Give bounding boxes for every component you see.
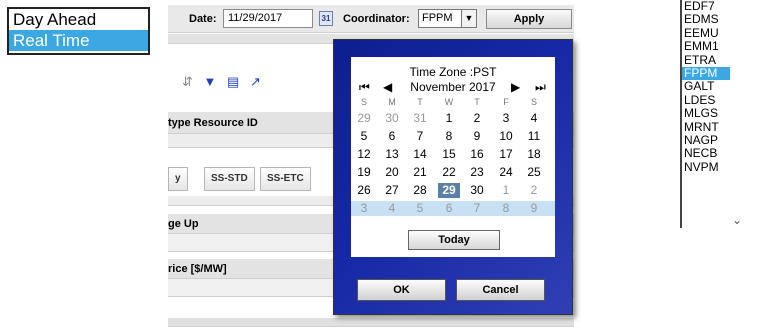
next-month-icon[interactable]: ▶ xyxy=(511,80,520,94)
day-cell[interactable]: 24 xyxy=(495,165,517,180)
coordinator-select[interactable]: FPPM ▼ xyxy=(418,9,477,28)
timezone-label: Time Zone :PST xyxy=(409,65,497,79)
day-cell[interactable]: 8 xyxy=(438,129,460,144)
coordinator-select-value: FPPM xyxy=(422,12,453,24)
day-cell[interactable]: 3 xyxy=(495,111,517,126)
coordinator-option[interactable]: ETRA xyxy=(682,53,730,67)
chevron-down-icon[interactable]: ▼ xyxy=(461,10,476,27)
day-cell[interactable]: 15 xyxy=(438,147,460,162)
day-cell[interactable]: 28 xyxy=(409,183,431,198)
coordinator-label: Coordinator: xyxy=(343,13,410,25)
day-cell[interactable]: 17 xyxy=(495,147,517,162)
day-cell[interactable]: 2 xyxy=(523,183,545,198)
day-cell[interactable]: 1 xyxy=(495,183,517,198)
day-cell[interactable]: 26 xyxy=(353,183,375,198)
weekday-label: W xyxy=(444,97,454,107)
day-cell[interactable]: 7 xyxy=(466,201,488,216)
day-cell[interactable]: 7 xyxy=(409,129,431,144)
sort-icon[interactable]: ⇵ xyxy=(182,74,193,89)
date-picker-popup: Time Zone :PST ⏮ ◀ November 2017 ▶ ⏭ SMT… xyxy=(333,39,573,315)
price-header: rice [$/MW] xyxy=(168,263,227,275)
day-cell[interactable]: 6 xyxy=(381,129,403,144)
day-cell[interactable]: 4 xyxy=(523,111,545,126)
day-cell[interactable]: 27 xyxy=(381,183,403,198)
ok-button[interactable]: OK xyxy=(357,279,446,301)
month-label: November 2017 xyxy=(410,80,496,94)
scroll-down-icon[interactable]: ⌄ xyxy=(732,213,742,227)
day-cell[interactable]: 5 xyxy=(353,129,375,144)
list-icon[interactable]: ▤ xyxy=(227,74,239,89)
day-cell[interactable]: 3 xyxy=(353,201,375,216)
weekday-label: M xyxy=(388,97,396,107)
coordinator-option[interactable]: NVPM xyxy=(682,160,730,174)
day-cell[interactable]: 5 xyxy=(409,201,431,216)
filter-icon[interactable]: ▼ xyxy=(204,74,217,89)
day-cell[interactable]: 14 xyxy=(409,147,431,162)
day-cell[interactable]: 20 xyxy=(381,165,403,180)
day-cell[interactable]: 10 xyxy=(495,129,517,144)
day-cell[interactable]: 13 xyxy=(381,147,403,162)
weekday-label: F xyxy=(503,97,509,107)
type-resource-header: type Resource ID xyxy=(168,117,258,129)
tab-y[interactable]: y xyxy=(168,167,188,191)
calendar-body: Time Zone :PST ⏮ ◀ November 2017 ▶ ⏭ SMT… xyxy=(351,57,555,257)
day-cell[interactable]: 4 xyxy=(381,201,403,216)
range-up-header: ge Up xyxy=(168,218,199,230)
day-cell[interactable]: 21 xyxy=(409,165,431,180)
market-option-real-time[interactable]: Real Time xyxy=(9,30,148,51)
day-cell[interactable]: 18 xyxy=(523,147,545,162)
day-cell[interactable]: 16 xyxy=(466,147,488,162)
day-cell[interactable]: 29 xyxy=(353,111,375,126)
market-dropdown-list[interactable]: Day Ahead Real Time xyxy=(7,7,150,55)
day-cell[interactable]: 11 xyxy=(523,129,545,144)
coordinator-option[interactable]: LDES xyxy=(682,93,730,107)
day-cell[interactable]: 30 xyxy=(466,183,488,198)
last-month-icon[interactable]: ⏭ xyxy=(535,80,546,95)
day-cell[interactable]: 25 xyxy=(523,165,545,180)
tab-ss-etc[interactable]: SS-ETC xyxy=(260,167,311,191)
calendar-icon[interactable]: 31 xyxy=(319,11,333,26)
export-icon[interactable]: ↗ xyxy=(250,74,261,89)
day-cell[interactable]: 22 xyxy=(438,165,460,180)
day-cell[interactable]: 9 xyxy=(523,201,545,216)
apply-button[interactable]: Apply xyxy=(486,9,572,29)
day-cell[interactable]: 19 xyxy=(353,165,375,180)
coordinator-list[interactable]: EDF7 EDMS EEMU EMM1 ETRA FPPM GALT LDES MLGS MRNT… xyxy=(680,0,730,228)
coordinator-option[interactable]: NECB xyxy=(682,146,730,160)
bottom-strip xyxy=(168,318,574,327)
grid-toolbar-icons: ⇵ ▼ ▤ ↗ xyxy=(182,74,268,90)
coordinator-option[interactable]: GALT xyxy=(682,79,730,93)
weekday-label: S xyxy=(530,97,537,107)
day-cell[interactable]: 30 xyxy=(381,111,403,126)
tab-ss-std[interactable]: SS-STD xyxy=(204,167,255,191)
day-cell-selected[interactable]: 29 xyxy=(438,183,460,198)
cancel-button[interactable]: Cancel xyxy=(456,279,545,301)
day-cell[interactable]: 23 xyxy=(466,165,488,180)
coordinator-option[interactable]: EDF7 xyxy=(682,0,730,13)
toolbar: Date: 11/29/2017 31 Coordinator: FPPM ▼ … xyxy=(168,5,574,33)
coordinator-option[interactable]: MLGS xyxy=(682,106,730,120)
day-cell[interactable]: 2 xyxy=(466,111,488,126)
coordinator-option[interactable]: EDMS xyxy=(682,12,730,26)
first-month-icon[interactable]: ⏮ xyxy=(359,80,370,95)
coordinator-option[interactable]: EEMU xyxy=(682,26,730,40)
date-input[interactable]: 11/29/2017 xyxy=(223,9,313,28)
day-cell[interactable]: 12 xyxy=(353,147,375,162)
day-cell[interactable]: 6 xyxy=(438,201,460,216)
weekday-label: T xyxy=(474,97,480,107)
coordinator-option[interactable]: MRNT xyxy=(682,120,730,134)
coordinator-option[interactable]: FPPM xyxy=(682,66,730,81)
weekday-label: S xyxy=(360,97,367,107)
coordinator-option[interactable]: EMM1 xyxy=(682,39,730,53)
day-cell[interactable]: 9 xyxy=(466,129,488,144)
date-label: Date: xyxy=(189,13,217,25)
day-cell[interactable]: 31 xyxy=(409,111,431,126)
today-button[interactable]: Today xyxy=(408,230,500,250)
weekday-label: T xyxy=(417,97,423,107)
day-cell[interactable]: 8 xyxy=(495,201,517,216)
market-option-day-ahead[interactable]: Day Ahead xyxy=(9,9,148,30)
day-cell[interactable]: 1 xyxy=(438,111,460,126)
coordinator-option[interactable]: NAGP xyxy=(682,133,730,147)
